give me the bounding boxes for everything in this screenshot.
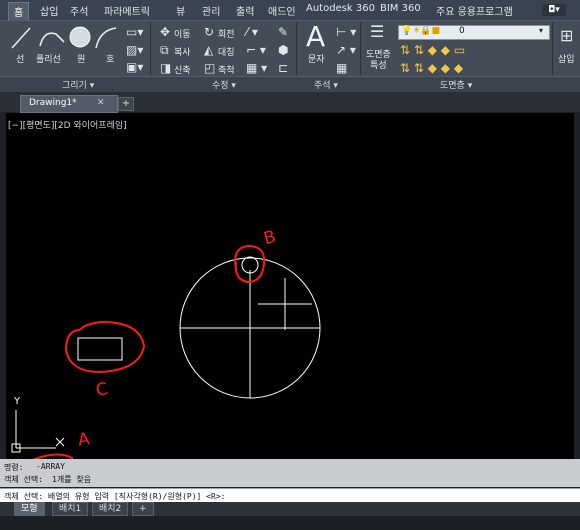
command-history: 명령: -ARRAY 객체 선택: 1개를 찾음: [0, 459, 580, 487]
command-history-prefix: 명령:: [4, 463, 24, 472]
command-history-prefix: 객체 선택:: [4, 475, 44, 484]
ucs-y-label: Y: [14, 396, 21, 407]
status-bar: [0, 516, 580, 530]
drawing-geometry: [11, 244, 321, 505]
tab-layout1[interactable]: 배치1: [52, 502, 89, 516]
command-prompt: 객체 선택: 배열의 유형 입력 [직사각형(R)/원형(P)] <R>:: [4, 492, 226, 501]
command-history-value: 1개를 찾음: [52, 475, 92, 484]
tab-model[interactable]: 모형: [14, 502, 45, 516]
rectangle-object[interactable]: [77, 337, 123, 361]
command-history-value: -ARRAY: [36, 462, 65, 471]
command-line[interactable]: 객체 선택: 배열의 유형 입력 [직사각형(R)/원형(P)] <R>:: [0, 488, 580, 503]
annotation-a: A: [76, 429, 91, 451]
add-layout-button[interactable]: +: [132, 502, 154, 516]
tab-layout2[interactable]: 배치2: [92, 502, 129, 516]
